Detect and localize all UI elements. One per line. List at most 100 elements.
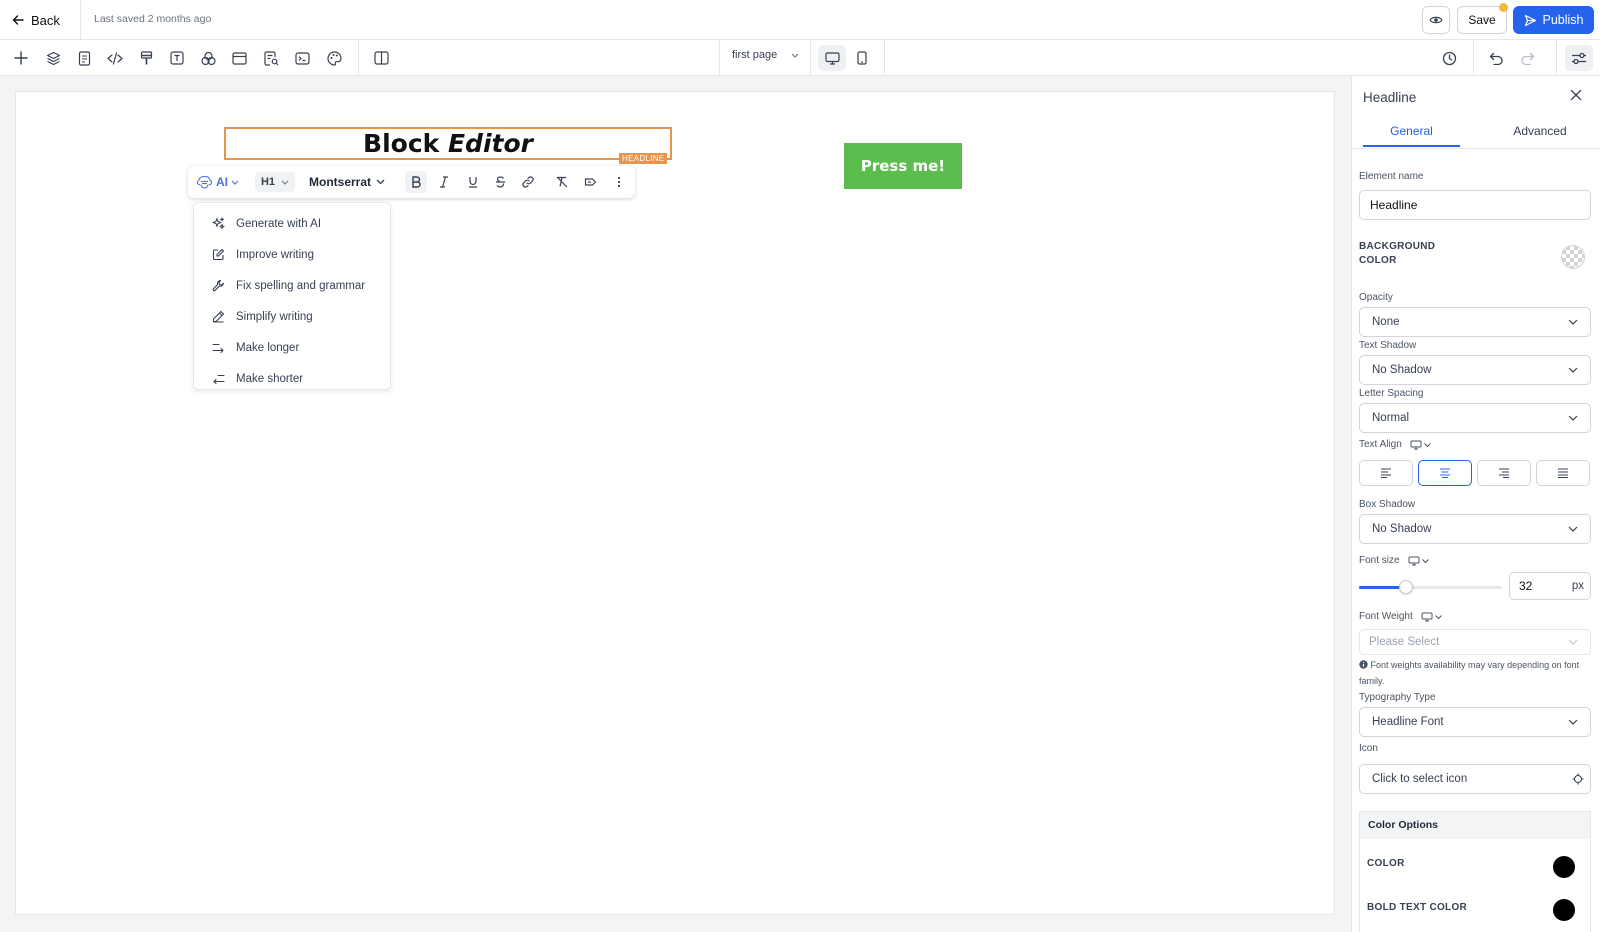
chevron-down-icon xyxy=(1423,442,1431,447)
seo-button[interactable] xyxy=(258,45,284,71)
ai-menu-button[interactable]: AI xyxy=(196,173,239,191)
text-shadow-label: Text Shadow xyxy=(1359,340,1417,351)
font-size-input[interactable]: 32 px xyxy=(1509,572,1591,600)
monitor-icon[interactable] xyxy=(1421,612,1433,622)
font-weight-label-row: Font Weight xyxy=(1359,611,1442,622)
divider xyxy=(1556,40,1557,76)
ai-menu-item-longer[interactable]: Make longer xyxy=(194,332,390,363)
chevron-down-icon xyxy=(1568,719,1578,725)
palette-icon xyxy=(326,50,342,66)
box-shadow-value: No Shadow xyxy=(1372,523,1432,535)
undo-button[interactable] xyxy=(1483,45,1509,71)
monitor-icon[interactable] xyxy=(1408,556,1420,566)
underline-button[interactable] xyxy=(462,171,484,193)
box-shadow-select[interactable]: No Shadow xyxy=(1359,514,1591,544)
font-size-value: 32 xyxy=(1519,579,1533,593)
ai-menu-item-generate[interactable]: Generate with AI xyxy=(194,208,390,239)
font-size-label-row: Font size xyxy=(1359,555,1429,566)
ai-menu-item-fix-spelling[interactable]: Fix spelling and grammar xyxy=(194,270,390,301)
italic-button[interactable] xyxy=(433,171,455,193)
align-left-button[interactable] xyxy=(1359,460,1413,486)
press-me-button[interactable]: Press me! xyxy=(844,143,962,189)
terminal-button[interactable] xyxy=(289,45,315,71)
panel-title: Headline xyxy=(1363,90,1417,105)
text-shadow-select[interactable]: No Shadow xyxy=(1359,355,1591,385)
settings-panel-button[interactable] xyxy=(1565,45,1593,71)
link-button[interactable] xyxy=(517,171,539,193)
chevron-down-icon xyxy=(281,180,289,185)
code-button[interactable] xyxy=(102,45,128,71)
theme-button[interactable] xyxy=(321,45,347,71)
monitor-icon[interactable] xyxy=(1410,440,1422,450)
add-element-button[interactable] xyxy=(8,45,34,71)
element-name-input[interactable]: Headline xyxy=(1359,190,1591,220)
redo-button[interactable] xyxy=(1514,45,1540,71)
tab-general[interactable]: General xyxy=(1363,124,1460,147)
font-family-select[interactable]: Montserrat xyxy=(309,173,385,191)
ai-menu-item-label: Generate with AI xyxy=(236,217,322,230)
mobile-view-button[interactable] xyxy=(849,45,875,71)
ai-menu-item-simplify[interactable]: Simplify writing xyxy=(194,301,390,332)
divider xyxy=(1351,148,1600,149)
arrow-shorter-icon xyxy=(212,372,225,385)
history-button[interactable] xyxy=(1436,45,1462,71)
ai-menu-item-improve[interactable]: Improve writing xyxy=(194,239,390,270)
color-options-header[interactable]: Color Options xyxy=(1360,812,1590,839)
chevron-down-icon xyxy=(1568,367,1578,373)
ai-menu-item-shorter[interactable]: Make shorter xyxy=(194,363,390,394)
browser-icon xyxy=(231,51,247,65)
align-right-button[interactable] xyxy=(1477,460,1531,486)
page-select[interactable]: first page xyxy=(732,49,799,61)
strikethrough-button[interactable] xyxy=(489,171,511,193)
clock-icon xyxy=(1442,51,1457,66)
clear-format-button[interactable] xyxy=(551,171,573,193)
sparkles-icon xyxy=(212,217,225,230)
chevron-down-icon xyxy=(1421,558,1429,563)
more-options-button[interactable] xyxy=(608,171,630,193)
bold-button[interactable] xyxy=(405,171,427,193)
undo-icon xyxy=(1489,52,1504,65)
preview-button[interactable] xyxy=(1422,6,1450,34)
browser-button[interactable] xyxy=(226,45,252,71)
shapes-button[interactable] xyxy=(195,45,221,71)
more-vertical-icon xyxy=(617,176,621,188)
highlight-button[interactable] xyxy=(579,171,601,193)
ai-menu-item-label: Make longer xyxy=(236,341,300,354)
element-type-tag: HEADLINE xyxy=(619,153,668,164)
tab-advanced[interactable]: Advanced xyxy=(1490,124,1590,147)
font-weight-select[interactable]: Please Select xyxy=(1359,629,1591,655)
opacity-value: None xyxy=(1372,316,1400,328)
close-panel-button[interactable] xyxy=(1570,89,1582,101)
split-view-button[interactable] xyxy=(368,45,394,71)
align-justify-button[interactable] xyxy=(1536,460,1590,486)
text-icon xyxy=(170,51,184,65)
letter-spacing-select[interactable]: Normal xyxy=(1359,403,1591,433)
close-icon xyxy=(1570,89,1582,101)
bold-text-color-swatch[interactable] xyxy=(1553,899,1575,921)
typography-type-value: Headline Font xyxy=(1372,716,1444,728)
background-color-picker[interactable] xyxy=(1561,245,1585,269)
pen-icon xyxy=(212,310,225,323)
text-button[interactable] xyxy=(164,45,190,71)
layers-icon xyxy=(46,51,61,66)
back-button[interactable]: Back xyxy=(12,10,60,30)
align-center-button[interactable] xyxy=(1418,460,1472,486)
text-color-swatch[interactable] xyxy=(1553,856,1575,878)
pages-button[interactable] xyxy=(71,45,97,71)
layers-button[interactable] xyxy=(40,45,66,71)
desktop-view-button[interactable] xyxy=(818,45,846,71)
redo-icon xyxy=(1520,52,1535,65)
align-left-icon xyxy=(1380,468,1392,478)
heading-level-select[interactable]: H1 xyxy=(255,172,295,192)
divider xyxy=(884,40,885,76)
opacity-select[interactable]: None xyxy=(1359,307,1591,337)
style-brush-button[interactable] xyxy=(133,45,159,71)
headline-element[interactable]: Block Editor xyxy=(224,127,672,160)
link-icon xyxy=(522,176,534,188)
icon-select[interactable]: Click to select icon xyxy=(1359,764,1591,794)
shapes-icon xyxy=(200,51,216,66)
publish-button[interactable]: Publish xyxy=(1513,6,1594,34)
terminal-icon xyxy=(294,51,310,65)
brush-icon xyxy=(140,50,153,66)
typography-type-select[interactable]: Headline Font xyxy=(1359,707,1591,737)
